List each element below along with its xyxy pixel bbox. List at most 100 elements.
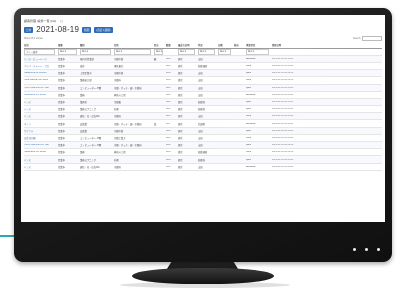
table-cell: 週次 — [178, 73, 183, 76]
entries-select[interactable]: Show 25 ▾ entries — [24, 37, 43, 40]
row-name-link[interactable]: ハンズ — [24, 100, 58, 104]
table-cell: 北部藤 — [198, 123, 205, 126]
table-row: Takashima Ito Scenes 営業本 上場企業中 京都中部 35.8 週次 山田… — [24, 70, 382, 78]
table-cell: 35.8 — [166, 72, 171, 75]
row-name-link[interactable]: ハンズ — [24, 107, 58, 111]
row-name-link[interactable]: ハンズ — [24, 165, 58, 169]
table-header-row: 名前 部署 種別 住所 区分 数値 最近の日時 状況 分類 担当 承認状況 登録日時 — [24, 42, 382, 50]
filter-select[interactable]: ALL ▾ — [58, 49, 77, 55]
table-cell: 山田 — [198, 166, 203, 169]
table-cell: 35.9 — [166, 79, 171, 82]
filter-text-input[interactable]: フリー検索 — [24, 49, 55, 55]
search-group: Search: — [353, 35, 382, 41]
column-header[interactable]: 状況 — [198, 43, 218, 47]
table-cell: 週次 — [178, 94, 183, 97]
row-name-link[interactable]: Hara-Sakura Ina Frame — [24, 79, 58, 81]
row-name-link[interactable]: Takashima Ito Scenes — [24, 72, 58, 74]
table-row: Yuki-Yoshimoto Ltd. Sub 営業本 コンピューター-IT関 京都・… — [24, 84, 382, 92]
table-cell: 週次 — [178, 152, 183, 155]
filter-cell: ALL ▾ — [178, 49, 198, 55]
table-cell: 京都府 — [114, 166, 121, 169]
filter-row: フリー検索 ALL ▾ ALL ▾ ALL ▾ ALL ▾ ALL ▾ ALL ▾ ALL ▾… — [24, 49, 382, 56]
row-name-link[interactable]: ハンズ・ビュードーフ — [24, 57, 58, 61]
table-cell: 週次 — [178, 66, 183, 69]
filter-select[interactable]: ALL ▾ — [178, 49, 195, 55]
table-cell: none — [246, 65, 252, 68]
table-cell: 業務 — [80, 152, 85, 155]
column-header[interactable]: 最近の日時 — [178, 43, 198, 47]
row-name-link[interactable]: Yuki-Yoshimoto Ltd. Sub — [24, 87, 58, 89]
table-cell: 営業本 — [58, 102, 65, 104]
table-cell: 国内外営業部 — [80, 58, 94, 61]
date-input[interactable]: 2021-08-19 — [36, 25, 79, 34]
column-header[interactable]: 数値 — [166, 43, 178, 47]
filter-select[interactable]: ALL ▾ — [246, 49, 269, 55]
table-cell: 2021-01-18 08:00:00 — [272, 129, 294, 132]
table-cell: 2021-01-18 08:00:00 — [272, 65, 294, 68]
row-name-link[interactable]: サクラル — [24, 129, 58, 133]
column-header[interactable]: 登録日時 — [272, 43, 326, 47]
filter-select[interactable]: ALL ▾ — [218, 49, 231, 55]
row-name-link[interactable]: ハンズ — [24, 114, 58, 118]
row-name-link[interactable]: Takamatsu Ico Sense — [24, 94, 58, 96]
table-cell: 2021-01-18 08:00:00 — [272, 115, 294, 118]
table-cell: 佐藤通商 — [198, 66, 208, 69]
filter-select[interactable]: ALL ▾ — [114, 49, 151, 55]
table-cell: 36.1 — [166, 136, 171, 139]
table-row: サクラル 営業本 会議業 京都中部 36.0 週次 山田 open 2021-01-18 08:… — [24, 127, 382, 135]
window-icon[interactable]: ▢ — [60, 19, 63, 23]
table-cell: 36.1 — [166, 86, 171, 89]
column-header[interactable]: 分類 — [218, 43, 234, 47]
table-cell: 営業本 — [58, 109, 65, 112]
table-cell: 週次 — [178, 137, 183, 140]
table-cell: 業務スプニング — [80, 159, 97, 162]
filter-select[interactable]: ALL ▾ — [80, 49, 111, 55]
row-name-link[interactable]: Yuki-Yoshimoto Ltd. Sub — [24, 144, 58, 146]
table-cell: 札幌 — [114, 159, 119, 162]
table-cell: 山田 — [198, 73, 203, 76]
table-row: Takamatsu Ico Sense 営業本 業務 神奈川工場 36.3 週次 山田 del… — [24, 92, 382, 99]
table-cell: 2021-01-18 08:00:00 — [272, 86, 294, 89]
table-row: ハンズ・ビュードーフ 営業本 国内外営業部 京都中部 顧 36.0 週次 山田 delivere… — [24, 55, 382, 63]
table-cell: 36.4 — [166, 115, 171, 118]
column-header[interactable]: 住所 — [114, 43, 154, 47]
table-cell: 35.7 — [166, 122, 171, 125]
range-tag[interactable]: 範囲 — [82, 26, 92, 33]
table-cell: 2021-01-18 08:00:00 — [272, 165, 294, 168]
row-name-link[interactable]: 広島 国 (株) — [24, 136, 58, 140]
table-cell: 営業本 — [58, 137, 65, 140]
table-cell: 京都・ポッチ・銀・京都府 — [114, 87, 142, 90]
column-header[interactable]: 名前 — [24, 43, 58, 47]
table-cell: delivered — [246, 57, 256, 60]
filter-select[interactable]: ALL ▾ — [198, 49, 215, 55]
row-name-link[interactable]: Takamatsu Ico Sense — [24, 151, 58, 153]
column-header[interactable]: 担当 — [234, 43, 246, 47]
table-cell: 山田 — [198, 145, 203, 148]
search-input[interactable] — [362, 35, 382, 41]
column-header[interactable]: 種別 — [80, 43, 114, 47]
table-cell: delivered — [246, 165, 256, 168]
column-header[interactable]: 区分 — [154, 43, 166, 47]
row-name-link[interactable]: ネンジ — [24, 122, 58, 126]
date-tag: 日付 — [24, 26, 34, 33]
table-cell: 36.3 — [166, 93, 171, 96]
table-cell: 36.0 — [166, 57, 171, 60]
table-cell: 2021-01-18 08:00:00 — [272, 93, 294, 96]
bezel-bottom — [14, 222, 392, 262]
table-row: アルバ・チャート・プロ 営業本 海外 港区東京 36.5 週次 佐藤通商 none 2021-0… — [24, 63, 382, 71]
range-value[interactable]: (直近 1週間) — [94, 26, 113, 33]
table-cell: 週次 — [178, 123, 183, 126]
column-header[interactable]: 承認状況 — [246, 43, 272, 47]
menu-button-icon[interactable] — [353, 248, 356, 251]
filter-select[interactable]: ALL ▾ — [154, 49, 163, 55]
row-name-link[interactable]: アルバ・チャート・プロ — [24, 64, 58, 68]
power-button-icon[interactable] — [377, 248, 380, 251]
table-cell: 会議業 — [80, 123, 87, 126]
table-row: Takamatsu Ico Sense 営業本 業務 神奈川工場 36.3 週次 佐藤通商 n… — [24, 149, 382, 157]
brightness-button-icon[interactable] — [365, 248, 368, 251]
table-cell: 山田 — [198, 80, 203, 83]
row-name-link[interactable]: ハンズ — [24, 158, 58, 162]
table-cell: open — [246, 101, 252, 103]
column-header[interactable]: 部署 — [58, 43, 80, 47]
table-cell: 京都中部 — [114, 73, 124, 76]
